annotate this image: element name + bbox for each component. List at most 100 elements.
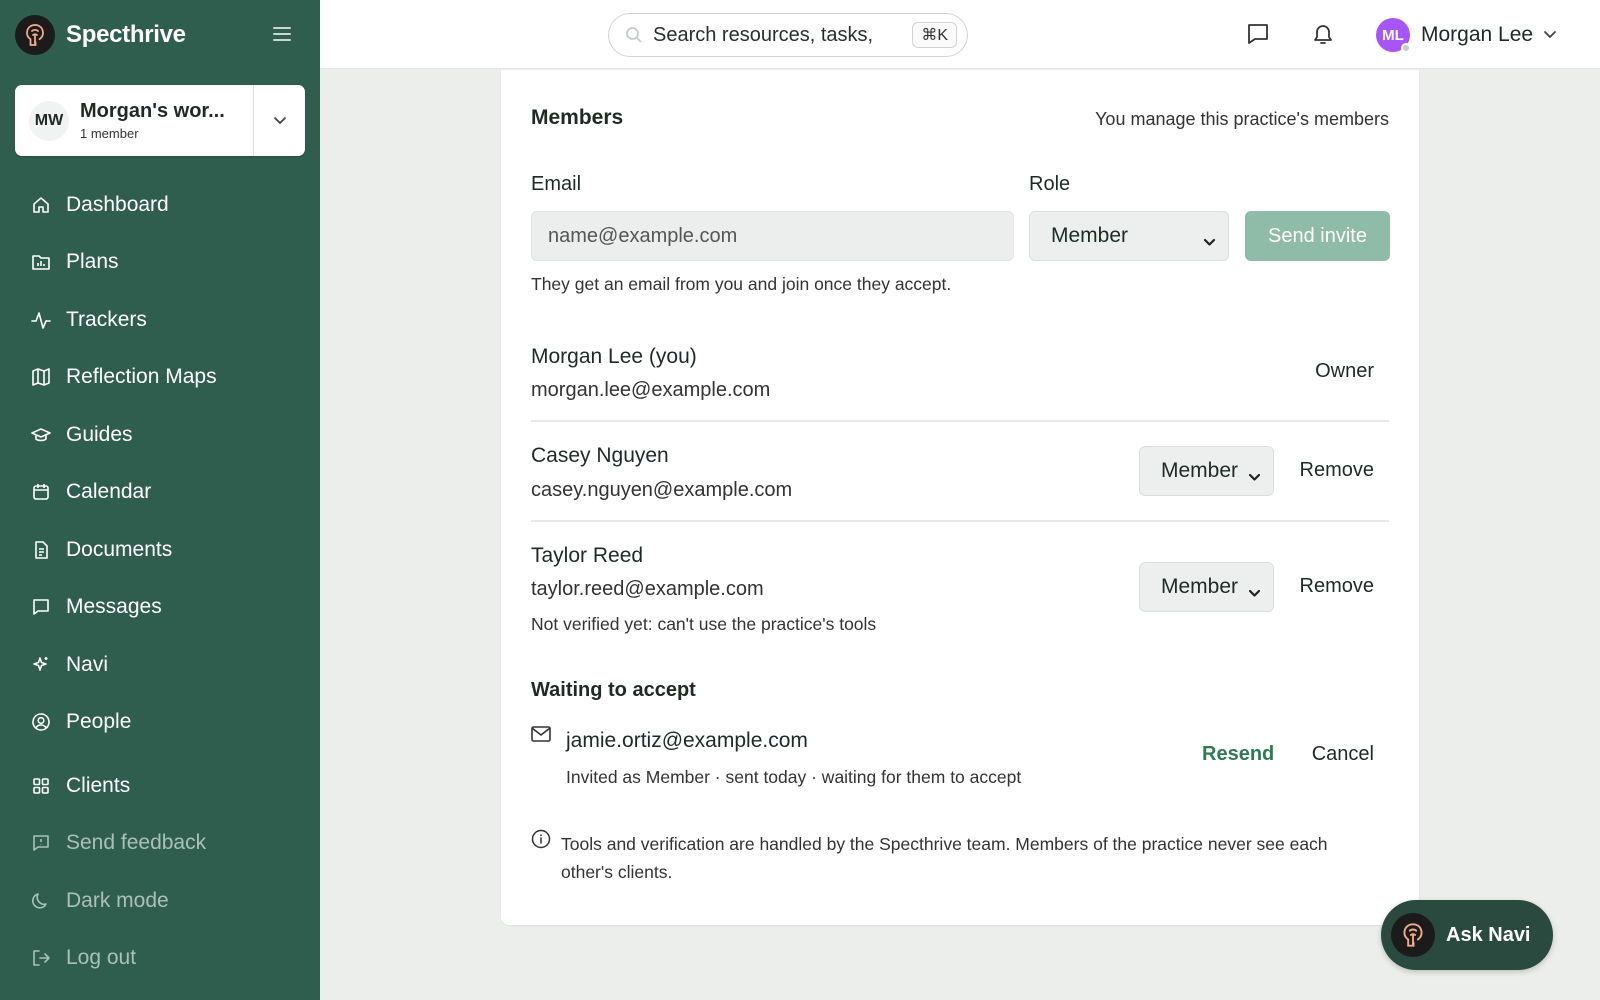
chevron-down-icon [1248, 580, 1261, 604]
user-name: Morgan Lee [1421, 23, 1534, 46]
invite-hint: They get an email from you and join once… [531, 274, 952, 294]
workspace-switcher[interactable]: MW Morgan's wor... 1 member [15, 85, 305, 156]
presence-indicator [1401, 43, 1411, 53]
chevron-down-icon [1203, 229, 1216, 253]
cancel-invite-button[interactable]: Cancel [1312, 743, 1374, 766]
workspace-name: Morgan's wor... [80, 100, 225, 122]
member-name: Taylor Reed [531, 544, 644, 567]
sidebar-item-label: Messages [66, 595, 162, 619]
sidebar-item-label: Dark mode [66, 888, 169, 912]
sidebar-item-log-out[interactable]: Log out [0, 930, 320, 988]
search-input[interactable]: Search resources, tasks, ⌘K [608, 13, 968, 57]
sidebar-item-plans[interactable]: Plans [0, 234, 320, 292]
member-name: Casey Nguyen [531, 444, 669, 467]
sidebar-item-label: Guides [66, 422, 133, 446]
sidebar-item-calendar[interactable]: Calendar [0, 464, 320, 522]
chat-icon[interactable] [1243, 19, 1273, 49]
moon-icon [30, 890, 52, 912]
sidebar-item-dashboard[interactable]: Dashboard [0, 176, 320, 234]
email-field[interactable] [531, 211, 1014, 261]
remove-member-button[interactable]: Remove [1300, 575, 1374, 598]
divider [531, 520, 1389, 522]
sidebar-item-people[interactable]: People [0, 694, 320, 752]
search-placeholder: Search resources, tasks, [653, 23, 874, 46]
feedback-icon [30, 832, 52, 854]
app-name: Specthrive [66, 21, 186, 48]
document-icon [30, 539, 52, 561]
sidebar: Specthrive MW Morgan's wor... 1 member D… [0, 0, 320, 1000]
sidebar-item-label: Navi [66, 652, 109, 676]
page-title: Members [531, 106, 624, 129]
pending-invite-meta: Invited as Member · sent today · waiting… [566, 767, 1022, 787]
map-icon [30, 366, 52, 388]
graduation-cap-icon [30, 424, 52, 446]
topbar: Search resources, tasks, ⌘K ML Morgan Le… [320, 0, 1600, 69]
section-title: Waiting to accept [531, 679, 696, 701]
remove-member-button[interactable]: Remove [1300, 459, 1374, 482]
menu-toggle-icon[interactable] [271, 24, 293, 44]
sidebar-nav: Dashboard Plans Trackers Reflection Maps… [0, 176, 320, 987]
member-name: Morgan Lee (you) [531, 345, 697, 368]
chevron-down-icon [1248, 464, 1261, 488]
member-role-select[interactable]: Member [1139, 446, 1274, 496]
sidebar-item-clients[interactable]: Clients [0, 757, 320, 815]
sidebar-item-reflection-maps[interactable]: Reflection Maps [0, 349, 320, 407]
sidebar-item-label: People [66, 710, 132, 734]
pending-invite-email: jamie.ortiz@example.com [566, 729, 808, 752]
search-icon [625, 26, 643, 44]
sidebar-item-send-feedback[interactable]: Send feedback [0, 815, 320, 873]
manage-note: You manage this practice's members [1095, 109, 1389, 129]
logout-icon [30, 947, 52, 969]
avatar: ML [1376, 18, 1411, 53]
ask-navi-button[interactable]: Ask Navi [1381, 900, 1553, 970]
chevron-down-icon [1543, 26, 1557, 44]
brand[interactable]: Specthrive [15, 14, 186, 56]
mail-icon [531, 726, 551, 742]
member-role: Owner [1315, 360, 1374, 382]
info-icon [531, 829, 551, 849]
member-email: morgan.lee@example.com [531, 379, 771, 401]
send-invite-button[interactable]: Send invite [1245, 211, 1390, 261]
avatar-initials: ML [1382, 26, 1404, 44]
calendar-icon [30, 481, 52, 503]
chevron-down-icon[interactable] [253, 85, 305, 156]
sidebar-item-documents[interactable]: Documents [0, 521, 320, 579]
sidebar-item-label: Plans [66, 250, 119, 274]
app-logo-icon [15, 15, 55, 55]
sidebar-item-label: Clients [66, 773, 131, 797]
bell-icon[interactable] [1308, 19, 1338, 49]
activity-icon [30, 309, 52, 331]
sidebar-item-label: Trackers [66, 307, 147, 331]
sidebar-item-label: Documents [66, 537, 173, 561]
sidebar-item-messages[interactable]: Messages [0, 579, 320, 637]
invite-role-select[interactable]: Member [1029, 211, 1229, 261]
ask-navi-label: Ask Navi [1446, 923, 1531, 946]
home-icon [30, 194, 52, 216]
member-role-value: Member [1161, 459, 1239, 482]
member-role-select[interactable]: Member [1139, 562, 1274, 612]
sidebar-item-guides[interactable]: Guides [0, 406, 320, 464]
sparkles-icon [30, 654, 52, 676]
sidebar-item-label: Dashboard [66, 192, 169, 216]
member-email: casey.nguyen@example.com [531, 479, 793, 501]
member-role-value: Member [1161, 575, 1239, 598]
resend-invite-button[interactable]: Resend [1202, 743, 1274, 766]
user-menu[interactable]: ML Morgan Lee [1376, 17, 1557, 53]
navi-logo-icon [1391, 913, 1435, 957]
member-email: taylor.reed@example.com [531, 578, 764, 600]
sidebar-item-navi[interactable]: Navi [0, 636, 320, 694]
sidebar-item-label: Reflection Maps [66, 365, 217, 389]
divider [531, 420, 1389, 422]
sidebar-item-label: Log out [66, 946, 137, 970]
invite-role-value: Member [1051, 224, 1129, 247]
sidebar-item-dark-mode[interactable]: Dark mode [0, 872, 320, 930]
role-label: Role [1029, 173, 1071, 195]
sidebar-item-trackers[interactable]: Trackers [0, 291, 320, 349]
members-card: Members You manage this practice's membe… [501, 70, 1419, 925]
keyboard-shortcut-badge: ⌘K [912, 22, 957, 48]
user-circle-icon [30, 711, 52, 733]
sidebar-item-label: Send feedback [66, 831, 207, 855]
email-label: Email [531, 173, 582, 195]
workspace-avatar: MW [29, 100, 69, 141]
verification-note: Not verified yet: can't use the practice… [531, 614, 877, 634]
